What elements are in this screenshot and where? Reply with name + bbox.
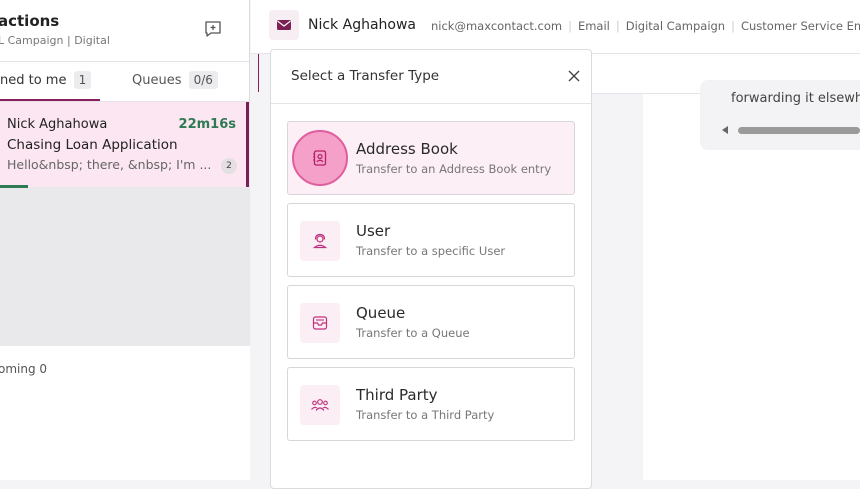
group-people-icon	[300, 385, 340, 425]
queue-name: Customer Service Email	[740, 19, 860, 33]
option-description: Transfer to an Address Book entry	[356, 162, 552, 176]
conversation-progress-bar	[0, 185, 28, 188]
upcoming-section: oming 0	[0, 346, 250, 480]
user-headset-icon	[300, 221, 340, 261]
channel-type: Email	[577, 19, 610, 33]
tab-label: Queues	[132, 73, 182, 88]
active-tab-indicator	[0, 99, 100, 101]
conversation-tabs: ned to me 1 Queues 0/6	[0, 62, 250, 102]
campaign-name: Digital Campaign	[625, 19, 726, 33]
message-count-badge: 2	[221, 158, 237, 174]
message-area	[643, 94, 860, 480]
close-icon[interactable]	[567, 69, 581, 83]
option-description: Transfer to a Queue	[356, 326, 470, 340]
option-title: Third Party	[356, 386, 438, 404]
panel-subtitle: L Campaign | Digital	[0, 34, 110, 47]
tab-count-badge: 0/6	[188, 71, 218, 89]
conversation-item[interactable]: Nick Aghahowa 22m16s Chasing Loan Applic…	[0, 102, 249, 188]
conversation-preview: Hello&nbsp; there, &nbsp; I'm ...	[7, 157, 212, 172]
panel-title: actions	[0, 12, 60, 30]
option-title: Address Book	[356, 140, 458, 158]
contact-name: Nick Aghahowa	[308, 17, 417, 33]
queue-inbox-icon	[300, 303, 340, 343]
contact-meta: nick@maxcontact.com | Email | Digital Campai…	[431, 19, 860, 33]
conversation-subject: Chasing Loan Application	[7, 137, 178, 153]
message-text: forwarding it elsewh	[731, 91, 860, 106]
option-address-book[interactable]: Address Book Transfer to an Address Book…	[287, 121, 575, 195]
contact-email: nick@maxcontact.com	[431, 19, 563, 33]
tab-label: ned to me	[0, 73, 67, 88]
content-background	[591, 94, 643, 480]
interactions-panel: actions L Campaign | Digital ned to me 1…	[0, 0, 250, 480]
option-third-party[interactable]: Third Party Transfer to a Third Party	[287, 367, 575, 441]
conversation-list: Nick Aghahowa 22m16s Chasing Loan Applic…	[0, 102, 250, 346]
tab-count-badge: 1	[73, 71, 92, 89]
interactions-header: actions L Campaign | Digital	[0, 0, 249, 62]
scroll-left-arrow[interactable]	[722, 126, 728, 134]
option-description: Transfer to a Third Party	[356, 408, 495, 422]
transfer-type-dialog: Select a Transfer Type Address Book Tran…	[270, 49, 592, 489]
tab-assigned-to-me[interactable]: ned to me 1	[0, 62, 100, 102]
contact-header: Nick Aghahowa nick@maxcontact.com | Email |…	[251, 0, 860, 54]
dialog-header: Select a Transfer Type	[271, 50, 591, 104]
conversation-contact-name: Nick Aghahowa	[7, 117, 108, 132]
address-book-icon	[292, 130, 348, 186]
option-description: Transfer to a specific User	[356, 244, 506, 258]
tab-queues[interactable]: Queues 0/6	[132, 62, 218, 102]
conversation-timer: 22m16s	[178, 117, 236, 132]
email-channel-icon	[269, 10, 299, 40]
new-conversation-icon[interactable]	[204, 20, 222, 38]
upcoming-count: oming 0	[0, 362, 48, 376]
option-user[interactable]: User Transfer to a specific User	[287, 203, 575, 277]
dialog-title: Select a Transfer Type	[291, 68, 440, 84]
option-title: User	[356, 222, 391, 240]
option-title: Queue	[356, 304, 406, 322]
horizontal-scrollbar[interactable]	[738, 127, 860, 134]
option-queue[interactable]: Queue Transfer to a Queue	[287, 285, 575, 359]
